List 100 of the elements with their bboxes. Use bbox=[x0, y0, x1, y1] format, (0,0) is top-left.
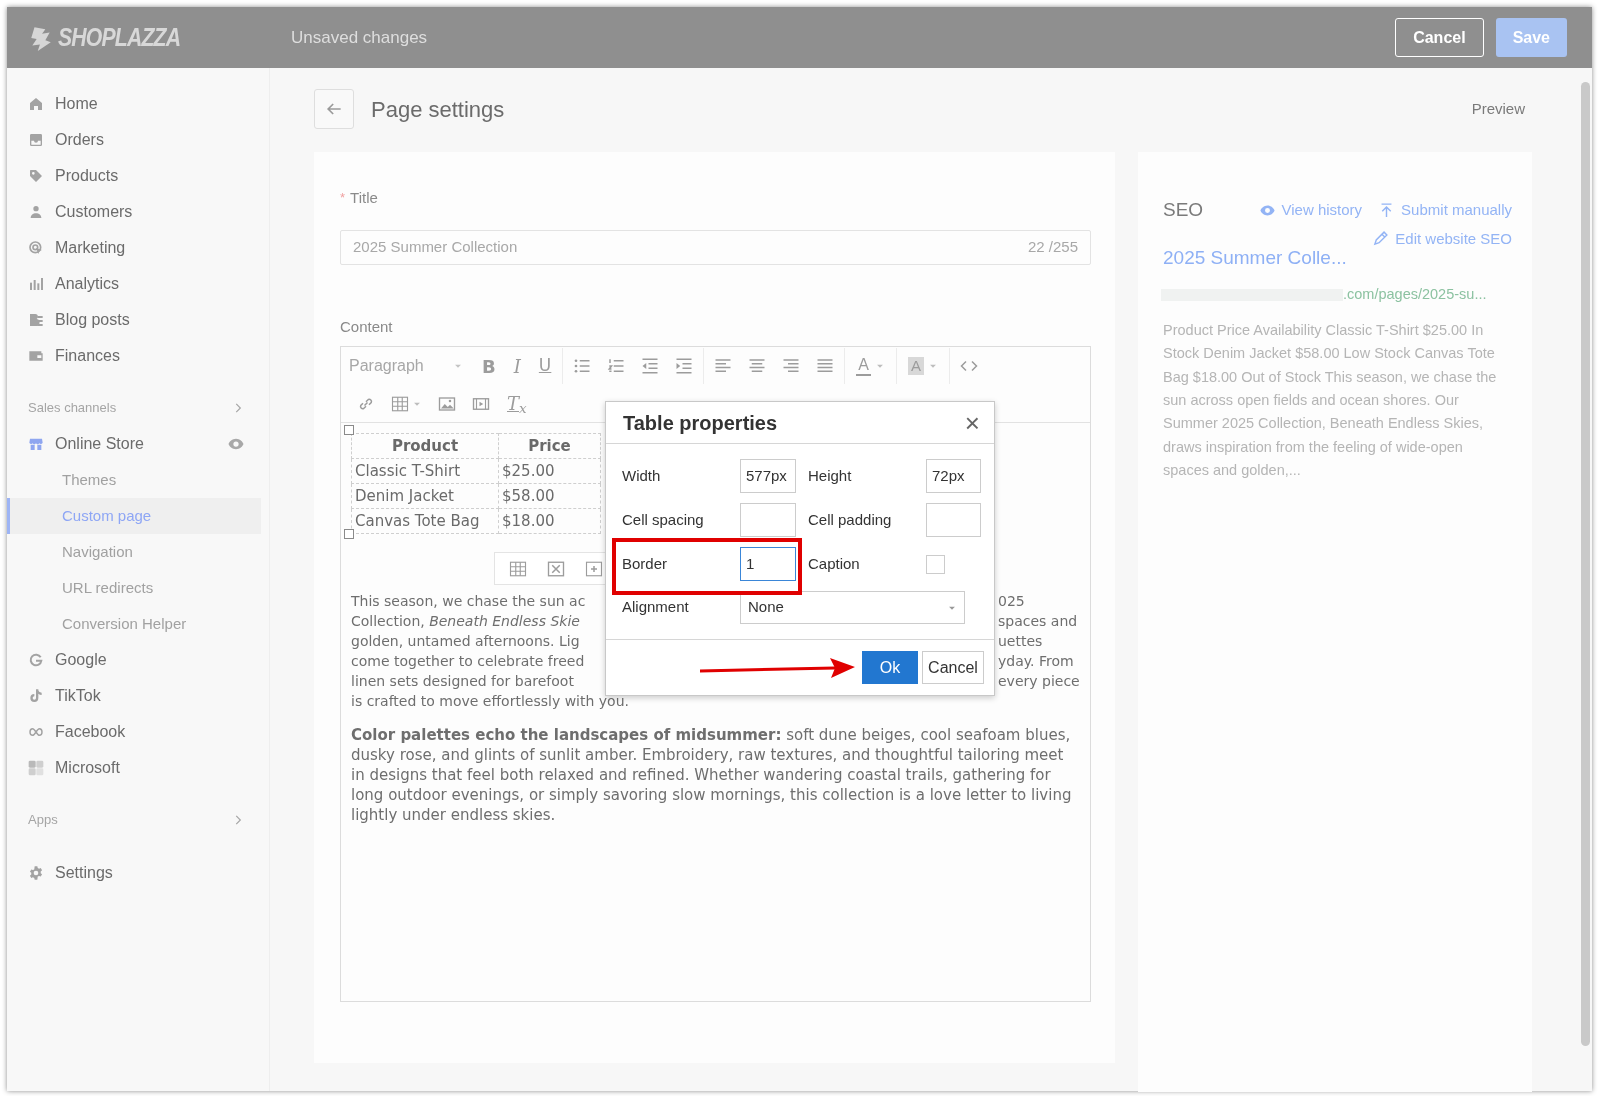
field-label: Border bbox=[622, 553, 669, 574]
paragraph-line: yday. From bbox=[998, 652, 1075, 671]
alignment-select[interactable]: None bbox=[740, 591, 965, 624]
paragraph-line: spaces and bbox=[998, 612, 1079, 631]
sidebar-item[interactable]: Online Store bbox=[7, 426, 269, 462]
ok-button[interactable]: Ok bbox=[862, 651, 918, 684]
close-button[interactable]: × bbox=[962, 409, 982, 436]
align-center-icon bbox=[748, 357, 767, 375]
back-button[interactable] bbox=[314, 89, 354, 129]
status-text: Unsaved changes bbox=[291, 26, 428, 49]
seo-preview-description: Product Price Availability Classic T-Shirt $25.00 In Stock Denim Jacket $58.00 Low Stock Canvas Tote Bag $18.00 Out of Stock This season, we chase the sun across open fields and ocean shores. Our Summer 2025 Collection, Beneath Endless Skies, draws inspiration from the feeling of wide-open spaces and golden,... bbox=[1163, 320, 1498, 481]
settings-icon bbox=[28, 865, 44, 881]
sidebar-subitem[interactable]: Navigation bbox=[10, 534, 261, 570]
paragraph-line: come together to celebrate freed bbox=[351, 652, 586, 671]
sidebar-item[interactable]: Facebook bbox=[7, 714, 269, 750]
dialog-title: Table properties bbox=[623, 410, 779, 436]
paragraph-line: golden, untamed afternoons. Lig bbox=[351, 632, 581, 651]
field-label: Content bbox=[340, 317, 394, 336]
section-label: Apps bbox=[28, 811, 59, 830]
table-icon bbox=[391, 394, 409, 413]
logo-text: SHOPLAZZA bbox=[58, 21, 181, 53]
preview-link[interactable]: Preview bbox=[1471, 97, 1525, 121]
storefront-icon bbox=[28, 436, 44, 452]
field-label: Width bbox=[622, 465, 662, 486]
paragraph-line: linen sets designed for barefoot bbox=[351, 672, 575, 691]
person-icon bbox=[28, 204, 44, 220]
field-label: Alignment bbox=[622, 597, 690, 618]
four-squares-icon bbox=[28, 760, 44, 776]
insert-row-icon bbox=[585, 559, 603, 578]
clear-formatting-button[interactable]: T$_{x}$ bbox=[498, 386, 536, 421]
sidebar-item[interactable]: Google bbox=[7, 642, 269, 678]
input-field[interactable] bbox=[740, 503, 796, 537]
field-label: Cell spacing bbox=[622, 509, 705, 530]
title-field[interactable]: 2025 Summer Collection 22 /255 bbox=[340, 230, 1091, 265]
outdent-icon bbox=[641, 357, 660, 375]
italic-button[interactable]: I bbox=[504, 349, 530, 383]
sidebar-subitem[interactable]: Conversion Helper bbox=[10, 606, 261, 642]
numbered-list-icon bbox=[607, 357, 626, 375]
underline-button[interactable]: U bbox=[529, 349, 561, 383]
field-label: Cell padding bbox=[808, 509, 893, 530]
sidebar-subitem[interactable]: URL redirects bbox=[10, 570, 261, 606]
field-label: Caption bbox=[808, 553, 861, 574]
input-field[interactable]: 72px bbox=[926, 459, 981, 493]
cancel-button[interactable]: Cancel bbox=[1395, 18, 1484, 57]
checkbox[interactable] bbox=[926, 554, 945, 574]
required-mark: * bbox=[340, 189, 346, 208]
text-color-button[interactable]: A bbox=[847, 349, 894, 383]
document-icon bbox=[28, 312, 44, 328]
table-cell: Denim Jacket bbox=[351, 483, 499, 509]
section-heading: SEO bbox=[1163, 198, 1204, 222]
g-letter-icon bbox=[28, 652, 44, 668]
table-cell: $25.00 bbox=[498, 458, 601, 484]
table-cell: Canvas Tote Bag bbox=[351, 508, 499, 534]
paragraph-line: every piece bbox=[998, 672, 1080, 691]
table-cell: $58.00 bbox=[498, 483, 601, 509]
cancel-button[interactable]: Cancel bbox=[922, 651, 984, 684]
sidebar-item[interactable]: Settings bbox=[7, 855, 269, 891]
resize-handle[interactable] bbox=[344, 529, 354, 539]
align-right-icon bbox=[782, 357, 801, 375]
page-title: Page settings bbox=[371, 95, 505, 124]
input-field[interactable]: 1 bbox=[740, 547, 796, 581]
pencil-icon bbox=[1372, 230, 1390, 248]
sidebar-item[interactable]: Microsoft bbox=[7, 750, 269, 786]
seo-preview-url: .com/pages/2025-su... bbox=[1343, 285, 1487, 304]
paragraph-line: Collection, Beneath Endless Skie bbox=[351, 612, 581, 631]
bulleted-list-icon bbox=[573, 357, 592, 375]
table-properties-icon bbox=[509, 559, 527, 578]
sidebar-item[interactable]: Customers bbox=[7, 194, 269, 230]
format-dropdown[interactable]: Paragraph bbox=[349, 349, 473, 383]
sidebar-item[interactable]: Blog posts bbox=[7, 302, 269, 338]
table-header-cell: Price bbox=[498, 433, 601, 459]
wallet-icon bbox=[28, 348, 44, 364]
sidebar-item[interactable]: Finances bbox=[7, 338, 269, 374]
tray-icon bbox=[28, 132, 44, 148]
delete-table-icon bbox=[547, 559, 565, 578]
bar-chart-icon bbox=[28, 276, 44, 292]
input-field[interactable]: 577px bbox=[740, 459, 796, 493]
sidebar-item[interactable]: Home bbox=[7, 86, 269, 122]
resize-handle[interactable] bbox=[344, 425, 354, 435]
sidebar-item[interactable]: Analytics bbox=[7, 266, 269, 302]
sidebar-item[interactable]: Products bbox=[7, 158, 269, 194]
justify-icon bbox=[816, 357, 835, 375]
sidebar-item[interactable]: Marketing bbox=[7, 230, 269, 266]
paragraph-line: is crafted to move effortlessly with you. bbox=[351, 692, 630, 711]
section-label: Sales channels bbox=[28, 399, 118, 418]
table-cell: Classic T-Shirt bbox=[351, 458, 499, 484]
table-cell: $18.00 bbox=[498, 508, 601, 534]
tag-icon bbox=[28, 168, 44, 184]
sidebar-subitem[interactable]: Themes bbox=[10, 462, 261, 498]
align-left-icon bbox=[714, 357, 733, 375]
paragraph: Color palettes echo the landscapes of midsummer: soft dune beiges, cool seafoam blues, dusky rose, and glints of sunlit amber. Embroidery, raw textures, and thoughtful tailoring meet in designs that feel both relaxed and refined. Whether wandering coastal trails, gathering for long outdoor evenings, or simply savoring slow mornings, this collection is a love letter to living lightly under endless skies. bbox=[351, 725, 1073, 825]
paragraph-line: 025 bbox=[998, 592, 1026, 611]
sidebar-item[interactable]: Orders bbox=[7, 122, 269, 158]
field-label: Title bbox=[350, 187, 378, 208]
field-label: Height bbox=[808, 465, 853, 486]
bold-button[interactable]: B bbox=[473, 349, 505, 383]
input-field[interactable] bbox=[926, 503, 981, 537]
sidebar-item[interactable]: TikTok bbox=[7, 678, 269, 714]
scrollbar[interactable] bbox=[1581, 82, 1590, 1046]
paragraph-line: This season, we chase the sun ac bbox=[351, 592, 587, 611]
